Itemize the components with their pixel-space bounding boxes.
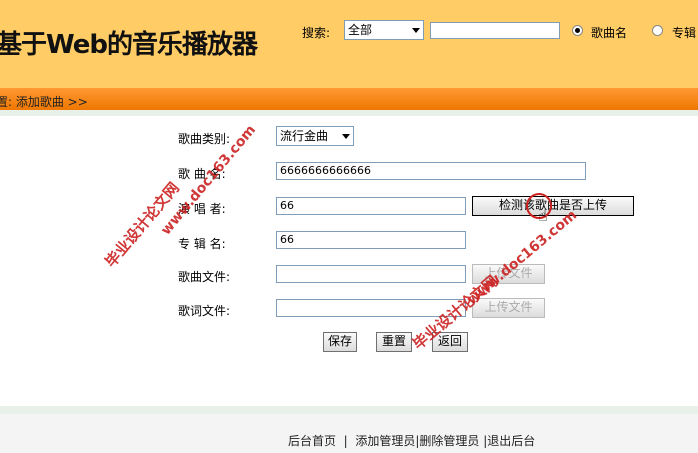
app-title: 基于Web的音乐播放器 [0, 30, 258, 60]
watermark-site-url: www.doc163.com [464, 207, 581, 309]
footer-link-home[interactable]: 后台首页 [288, 434, 336, 448]
chevron-down-icon [342, 134, 350, 139]
header: 基于Web的音乐播放器 搜索: 全部 歌曲名 专辑 [0, 0, 698, 88]
lyric-file-label: 歌词文件: [178, 304, 231, 318]
album-label: 专 辑 名: [178, 237, 226, 251]
radio-album-label: 专辑 [672, 26, 697, 40]
search-input[interactable] [430, 22, 560, 39]
category-label: 歌曲类别: [178, 132, 231, 146]
category-select[interactable]: 流行金曲 [276, 126, 354, 146]
footer-link-add-admin[interactable]: 添加管理员 [355, 434, 415, 448]
album-input[interactable]: 66 [276, 231, 466, 249]
category-value: 流行金曲 [280, 129, 329, 143]
search-category-value: 全部 [348, 23, 373, 37]
song-file-input[interactable] [276, 265, 466, 283]
divider [0, 406, 698, 414]
chevron-down-icon [412, 28, 420, 33]
nav-bar: 置: 添加歌曲 >> [0, 88, 698, 110]
search-category-select[interactable]: 全部 [344, 20, 424, 40]
footer-separator: | [343, 434, 348, 448]
radio-song-name-label: 歌曲名 [591, 26, 628, 40]
search-label: 搜索: [302, 26, 331, 40]
footer-links: 后台首页 | 添加管理员|删除管理员 |退出后台 [288, 432, 535, 449]
radio-song-name[interactable] [572, 25, 583, 36]
song-name-input[interactable]: 6666666666666 [276, 162, 586, 180]
divider [0, 110, 698, 116]
radio-album[interactable] [652, 25, 663, 36]
footer-link-delete-admin[interactable]: 删除管理员 [419, 434, 479, 448]
breadcrumb: 置: 添加歌曲 >> [0, 95, 88, 109]
song-file-label: 歌曲文件: [178, 270, 231, 284]
check-uploaded-button[interactable]: 检测该歌曲是否上传 [472, 196, 634, 216]
reset-button[interactable]: 重置 [376, 332, 412, 352]
hand-cursor-icon: ☝ [538, 206, 548, 225]
singer-input[interactable]: 66 [276, 197, 466, 215]
save-button[interactable]: 保存 [323, 332, 357, 352]
footer-link-logout[interactable]: 退出后台 [487, 434, 535, 448]
